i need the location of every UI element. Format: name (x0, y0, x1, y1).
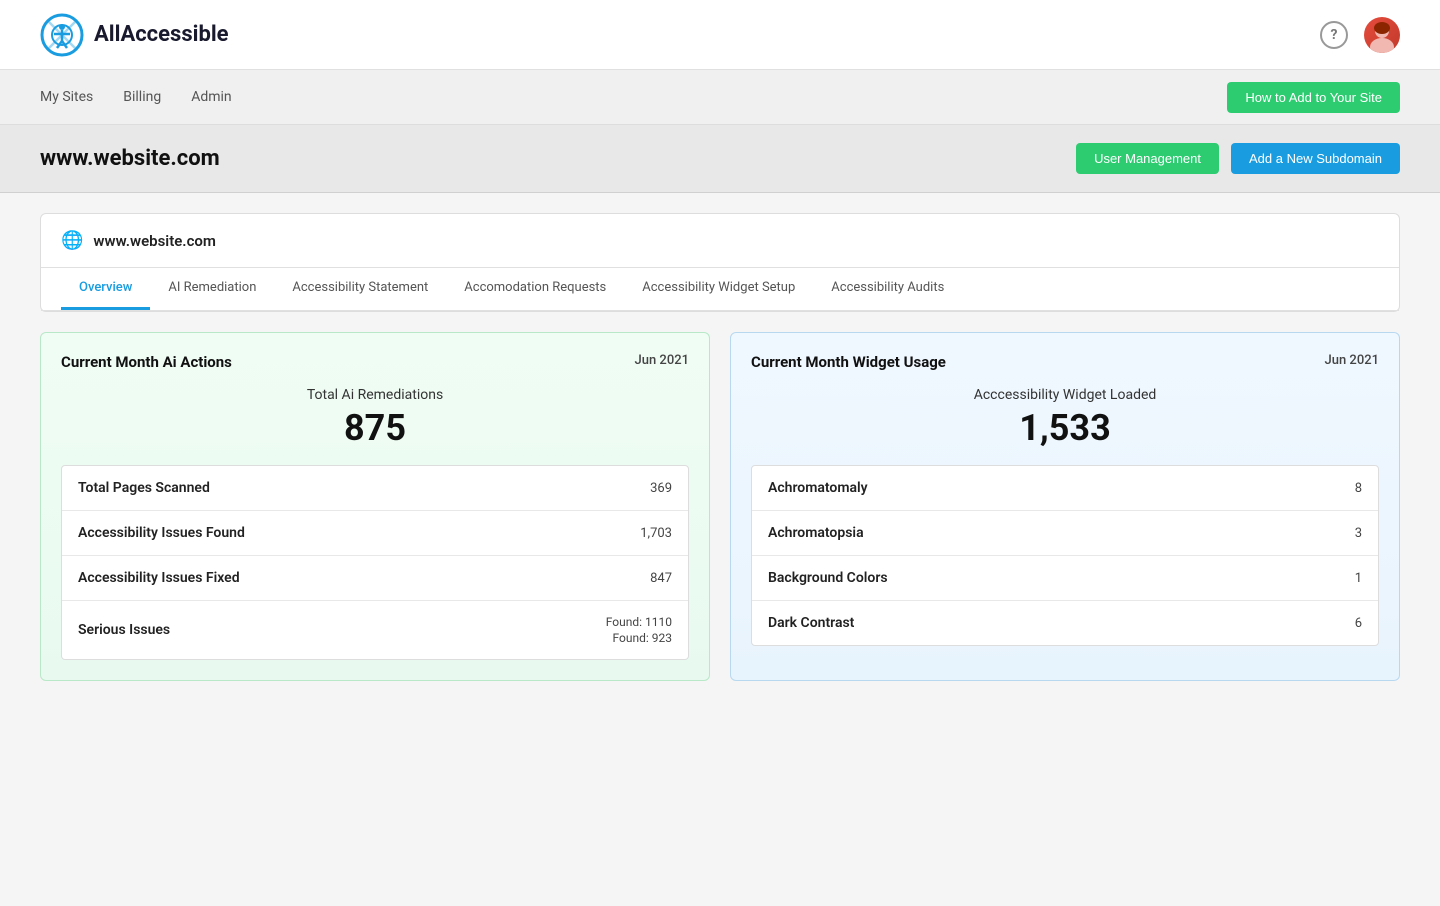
tab-ai-remediation[interactable]: AI Remediation (150, 268, 274, 310)
left-panel-title: Current Month Ai Actions (61, 353, 232, 371)
tab-overview[interactable]: Overview (61, 268, 150, 310)
site-card-header: 🌐 www.website.com (41, 214, 1399, 268)
tab-accessibility-statement[interactable]: Accessibility Statement (274, 268, 446, 310)
site-header-actions: User Management Add a New Subdomain (1076, 143, 1400, 174)
nav-billing[interactable]: Billing (123, 89, 161, 105)
stat-label-issues-found: Accessibility Issues Found (78, 525, 245, 541)
user-management-button[interactable]: User Management (1076, 143, 1219, 174)
stat-serious-found-2: Found: 923 (613, 631, 672, 645)
avatar[interactable] (1364, 17, 1400, 53)
add-subdomain-button[interactable]: Add a New Subdomain (1231, 143, 1400, 174)
stat-label-background-colors: Background Colors (768, 570, 888, 586)
right-panel-header: Current Month Widget Usage Jun 2021 (751, 353, 1379, 371)
stat-value-background-colors: 1 (1355, 571, 1362, 586)
stat-values-serious-issues: Found: 1110 Found: 923 (606, 615, 672, 645)
avatar-svg (1364, 17, 1400, 53)
stat-value-issues-found: 1,703 (640, 526, 672, 541)
tab-accessibility-audits[interactable]: Accessibility Audits (813, 268, 962, 310)
left-panel-date: Jun 2021 (635, 353, 689, 368)
help-icon[interactable]: ? (1320, 21, 1348, 49)
stat-label-pages-scanned: Total Pages Scanned (78, 480, 210, 496)
stat-value-achromatomaly: 8 (1355, 481, 1362, 496)
right-panel-total-label: Acccessibility Widget Loaded (751, 387, 1379, 403)
stat-row-pages-scanned: Total Pages Scanned 369 (62, 466, 688, 511)
left-stats-table: Total Pages Scanned 369 Accessibility Is… (61, 465, 689, 660)
site-title: www.website.com (40, 146, 220, 171)
navbar: AllAccessible ? (0, 0, 1440, 70)
stat-label-issues-fixed: Accessibility Issues Fixed (78, 570, 240, 586)
stat-row-dark-contrast: Dark Contrast 6 (752, 601, 1378, 645)
stat-row-achromatomaly: Achromatomaly 8 (752, 466, 1378, 511)
right-panel-total-value: 1,533 (751, 407, 1379, 449)
stat-value-issues-fixed: 847 (650, 571, 672, 586)
stat-label-dark-contrast: Dark Contrast (768, 615, 854, 631)
how-to-add-button[interactable]: How to Add to Your Site (1227, 82, 1400, 113)
right-panel-date: Jun 2021 (1325, 353, 1379, 368)
logo-text-bold: Accessible (120, 22, 228, 47)
main-content: 🌐 www.website.com Overview AI Remediatio… (0, 193, 1440, 701)
left-panel: Current Month Ai Actions Jun 2021 Total … (40, 332, 710, 681)
stat-row-serious-issues: Serious Issues Found: 1110 Found: 923 (62, 601, 688, 659)
stat-label-serious-issues: Serious Issues (78, 622, 170, 638)
globe-icon: 🌐 (61, 230, 83, 251)
nav-admin[interactable]: Admin (191, 89, 231, 105)
stat-label-achromatopsia: Achromatopsia (768, 525, 864, 541)
right-stats-table: Achromatomaly 8 Achromatopsia 3 Backgrou… (751, 465, 1379, 646)
site-card-url: www.website.com (93, 232, 215, 250)
secondary-nav-links: My Sites Billing Admin (40, 89, 232, 105)
nav-right: ? (1320, 17, 1400, 53)
nav-my-sites[interactable]: My Sites (40, 89, 93, 105)
logo-icon (40, 13, 84, 57)
avatar-image (1364, 17, 1400, 53)
stat-row-achromatopsia: Achromatopsia 3 (752, 511, 1378, 556)
logo-text: AllAccessible (94, 22, 229, 47)
stat-row-background-colors: Background Colors 1 (752, 556, 1378, 601)
tabs: Overview AI Remediation Accessibility St… (41, 268, 1399, 311)
stat-row-issues-found: Accessibility Issues Found 1,703 (62, 511, 688, 556)
stat-row-issues-fixed: Accessibility Issues Fixed 847 (62, 556, 688, 601)
left-panel-header: Current Month Ai Actions Jun 2021 (61, 353, 689, 371)
right-panel-title: Current Month Widget Usage (751, 353, 946, 371)
stat-label-achromatomaly: Achromatomaly (768, 480, 868, 496)
tab-accessibility-widget-setup[interactable]: Accessibility Widget Setup (624, 268, 813, 310)
tab-accomodation-requests[interactable]: Accomodation Requests (446, 268, 624, 310)
stat-value-achromatopsia: 3 (1355, 526, 1362, 541)
site-header: www.website.com User Management Add a Ne… (0, 125, 1440, 193)
site-card: 🌐 www.website.com Overview AI Remediatio… (40, 213, 1400, 312)
stat-serious-found-1: Found: 1110 (606, 615, 672, 629)
left-panel-total-value: 875 (61, 407, 689, 449)
left-panel-total-label: Total Ai Remediations (61, 387, 689, 403)
right-panel: Current Month Widget Usage Jun 2021 Accc… (730, 332, 1400, 681)
stat-value-pages-scanned: 369 (650, 481, 672, 496)
logo-area: AllAccessible (40, 13, 229, 57)
secondary-nav: My Sites Billing Admin How to Add to You… (0, 70, 1440, 125)
stat-value-dark-contrast: 6 (1355, 616, 1362, 631)
panels-row: Current Month Ai Actions Jun 2021 Total … (40, 332, 1400, 681)
logo-text-regular: All (94, 22, 120, 47)
